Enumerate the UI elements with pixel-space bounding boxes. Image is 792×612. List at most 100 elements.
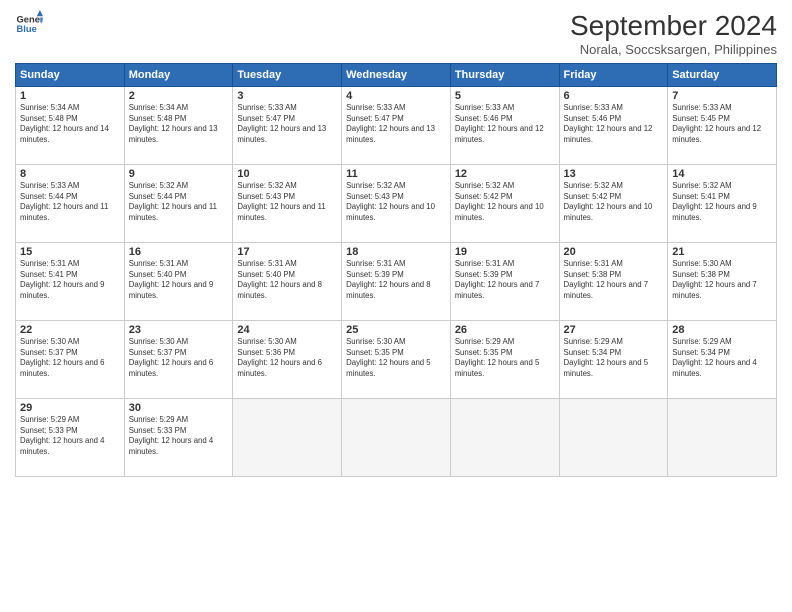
day-info: Sunrise: 5:29 AMSunset: 5:33 PMDaylight:… <box>20 415 120 457</box>
day-info: Sunrise: 5:32 AMSunset: 5:41 PMDaylight:… <box>672 181 772 223</box>
calendar-week-row: 8Sunrise: 5:33 AMSunset: 5:44 PMDaylight… <box>16 165 777 243</box>
day-info: Sunrise: 5:33 AMSunset: 5:47 PMDaylight:… <box>346 103 446 145</box>
day-number: 30 <box>129 402 229 414</box>
calendar-day-cell: 15Sunrise: 5:31 AMSunset: 5:41 PMDayligh… <box>16 243 125 321</box>
day-info: Sunrise: 5:29 AMSunset: 5:34 PMDaylight:… <box>564 337 664 379</box>
calendar-day-cell <box>342 399 451 477</box>
day-info: Sunrise: 5:30 AMSunset: 5:37 PMDaylight:… <box>20 337 120 379</box>
day-info: Sunrise: 5:31 AMSunset: 5:40 PMDaylight:… <box>237 259 337 301</box>
day-info: Sunrise: 5:31 AMSunset: 5:39 PMDaylight:… <box>346 259 446 301</box>
day-info: Sunrise: 5:29 AMSunset: 5:35 PMDaylight:… <box>455 337 555 379</box>
calendar-day-cell <box>668 399 777 477</box>
col-header-friday: Friday <box>559 64 668 87</box>
day-info: Sunrise: 5:31 AMSunset: 5:38 PMDaylight:… <box>564 259 664 301</box>
col-header-wednesday: Wednesday <box>342 64 451 87</box>
day-number: 9 <box>129 168 229 180</box>
col-header-tuesday: Tuesday <box>233 64 342 87</box>
day-info: Sunrise: 5:32 AMSunset: 5:42 PMDaylight:… <box>455 181 555 223</box>
day-info: Sunrise: 5:30 AMSunset: 5:35 PMDaylight:… <box>346 337 446 379</box>
day-info: Sunrise: 5:32 AMSunset: 5:44 PMDaylight:… <box>129 181 229 223</box>
day-info: Sunrise: 5:30 AMSunset: 5:36 PMDaylight:… <box>237 337 337 379</box>
calendar-table: SundayMondayTuesdayWednesdayThursdayFrid… <box>15 63 777 477</box>
calendar-day-cell: 19Sunrise: 5:31 AMSunset: 5:39 PMDayligh… <box>450 243 559 321</box>
calendar-day-cell: 4Sunrise: 5:33 AMSunset: 5:47 PMDaylight… <box>342 87 451 165</box>
calendar-day-cell: 11Sunrise: 5:32 AMSunset: 5:43 PMDayligh… <box>342 165 451 243</box>
day-info: Sunrise: 5:32 AMSunset: 5:43 PMDaylight:… <box>237 181 337 223</box>
day-info: Sunrise: 5:30 AMSunset: 5:37 PMDaylight:… <box>129 337 229 379</box>
calendar-day-cell: 8Sunrise: 5:33 AMSunset: 5:44 PMDaylight… <box>16 165 125 243</box>
day-number: 21 <box>672 246 772 258</box>
day-info: Sunrise: 5:32 AMSunset: 5:42 PMDaylight:… <box>564 181 664 223</box>
col-header-monday: Monday <box>124 64 233 87</box>
day-number: 5 <box>455 90 555 102</box>
calendar-day-cell: 29Sunrise: 5:29 AMSunset: 5:33 PMDayligh… <box>16 399 125 477</box>
day-info: Sunrise: 5:31 AMSunset: 5:40 PMDaylight:… <box>129 259 229 301</box>
calendar-day-cell: 28Sunrise: 5:29 AMSunset: 5:34 PMDayligh… <box>668 321 777 399</box>
calendar-day-cell: 12Sunrise: 5:32 AMSunset: 5:42 PMDayligh… <box>450 165 559 243</box>
calendar-day-cell: 21Sunrise: 5:30 AMSunset: 5:38 PMDayligh… <box>668 243 777 321</box>
day-number: 12 <box>455 168 555 180</box>
calendar-day-cell: 2Sunrise: 5:34 AMSunset: 5:48 PMDaylight… <box>124 87 233 165</box>
day-info: Sunrise: 5:31 AMSunset: 5:41 PMDaylight:… <box>20 259 120 301</box>
day-number: 27 <box>564 324 664 336</box>
calendar-day-cell: 10Sunrise: 5:32 AMSunset: 5:43 PMDayligh… <box>233 165 342 243</box>
calendar-day-cell <box>450 399 559 477</box>
calendar-week-row: 22Sunrise: 5:30 AMSunset: 5:37 PMDayligh… <box>16 321 777 399</box>
day-info: Sunrise: 5:34 AMSunset: 5:48 PMDaylight:… <box>129 103 229 145</box>
calendar-day-cell: 16Sunrise: 5:31 AMSunset: 5:40 PMDayligh… <box>124 243 233 321</box>
day-number: 1 <box>20 90 120 102</box>
day-number: 3 <box>237 90 337 102</box>
day-number: 20 <box>564 246 664 258</box>
day-info: Sunrise: 5:32 AMSunset: 5:43 PMDaylight:… <box>346 181 446 223</box>
calendar-day-cell: 22Sunrise: 5:30 AMSunset: 5:37 PMDayligh… <box>16 321 125 399</box>
calendar-day-cell: 5Sunrise: 5:33 AMSunset: 5:46 PMDaylight… <box>450 87 559 165</box>
day-number: 13 <box>564 168 664 180</box>
location-subtitle: Norala, Soccsksargen, Philippines <box>570 42 777 57</box>
month-title: September 2024 <box>570 10 777 42</box>
calendar-day-cell: 9Sunrise: 5:32 AMSunset: 5:44 PMDaylight… <box>124 165 233 243</box>
day-number: 11 <box>346 168 446 180</box>
generalblue-logo-icon: General Blue <box>15 10 43 38</box>
calendar-day-cell: 13Sunrise: 5:32 AMSunset: 5:42 PMDayligh… <box>559 165 668 243</box>
calendar-week-row: 1Sunrise: 5:34 AMSunset: 5:48 PMDaylight… <box>16 87 777 165</box>
day-info: Sunrise: 5:34 AMSunset: 5:48 PMDaylight:… <box>20 103 120 145</box>
page: General Blue September 2024 Norala, Socc… <box>0 0 792 612</box>
day-info: Sunrise: 5:33 AMSunset: 5:47 PMDaylight:… <box>237 103 337 145</box>
calendar-day-cell: 3Sunrise: 5:33 AMSunset: 5:47 PMDaylight… <box>233 87 342 165</box>
day-number: 28 <box>672 324 772 336</box>
svg-text:Blue: Blue <box>17 24 37 34</box>
day-number: 22 <box>20 324 120 336</box>
col-header-saturday: Saturday <box>668 64 777 87</box>
day-number: 29 <box>20 402 120 414</box>
day-info: Sunrise: 5:31 AMSunset: 5:39 PMDaylight:… <box>455 259 555 301</box>
day-number: 23 <box>129 324 229 336</box>
day-info: Sunrise: 5:33 AMSunset: 5:46 PMDaylight:… <box>564 103 664 145</box>
calendar-day-cell: 6Sunrise: 5:33 AMSunset: 5:46 PMDaylight… <box>559 87 668 165</box>
calendar-day-cell: 25Sunrise: 5:30 AMSunset: 5:35 PMDayligh… <box>342 321 451 399</box>
day-number: 6 <box>564 90 664 102</box>
calendar-day-cell: 7Sunrise: 5:33 AMSunset: 5:45 PMDaylight… <box>668 87 777 165</box>
day-number: 19 <box>455 246 555 258</box>
calendar-day-cell: 23Sunrise: 5:30 AMSunset: 5:37 PMDayligh… <box>124 321 233 399</box>
day-number: 8 <box>20 168 120 180</box>
col-header-thursday: Thursday <box>450 64 559 87</box>
day-number: 17 <box>237 246 337 258</box>
day-info: Sunrise: 5:33 AMSunset: 5:45 PMDaylight:… <box>672 103 772 145</box>
day-number: 26 <box>455 324 555 336</box>
day-number: 14 <box>672 168 772 180</box>
calendar-week-row: 15Sunrise: 5:31 AMSunset: 5:41 PMDayligh… <box>16 243 777 321</box>
day-number: 4 <box>346 90 446 102</box>
calendar-day-cell: 1Sunrise: 5:34 AMSunset: 5:48 PMDaylight… <box>16 87 125 165</box>
day-number: 2 <box>129 90 229 102</box>
calendar-day-cell: 18Sunrise: 5:31 AMSunset: 5:39 PMDayligh… <box>342 243 451 321</box>
calendar-day-cell: 26Sunrise: 5:29 AMSunset: 5:35 PMDayligh… <box>450 321 559 399</box>
logo: General Blue <box>15 10 43 38</box>
day-info: Sunrise: 5:33 AMSunset: 5:46 PMDaylight:… <box>455 103 555 145</box>
calendar-week-row: 29Sunrise: 5:29 AMSunset: 5:33 PMDayligh… <box>16 399 777 477</box>
day-number: 24 <box>237 324 337 336</box>
calendar-day-cell: 20Sunrise: 5:31 AMSunset: 5:38 PMDayligh… <box>559 243 668 321</box>
calendar-day-cell: 30Sunrise: 5:29 AMSunset: 5:33 PMDayligh… <box>124 399 233 477</box>
day-number: 25 <box>346 324 446 336</box>
day-number: 15 <box>20 246 120 258</box>
title-area: September 2024 Norala, Soccsksargen, Phi… <box>570 10 777 57</box>
